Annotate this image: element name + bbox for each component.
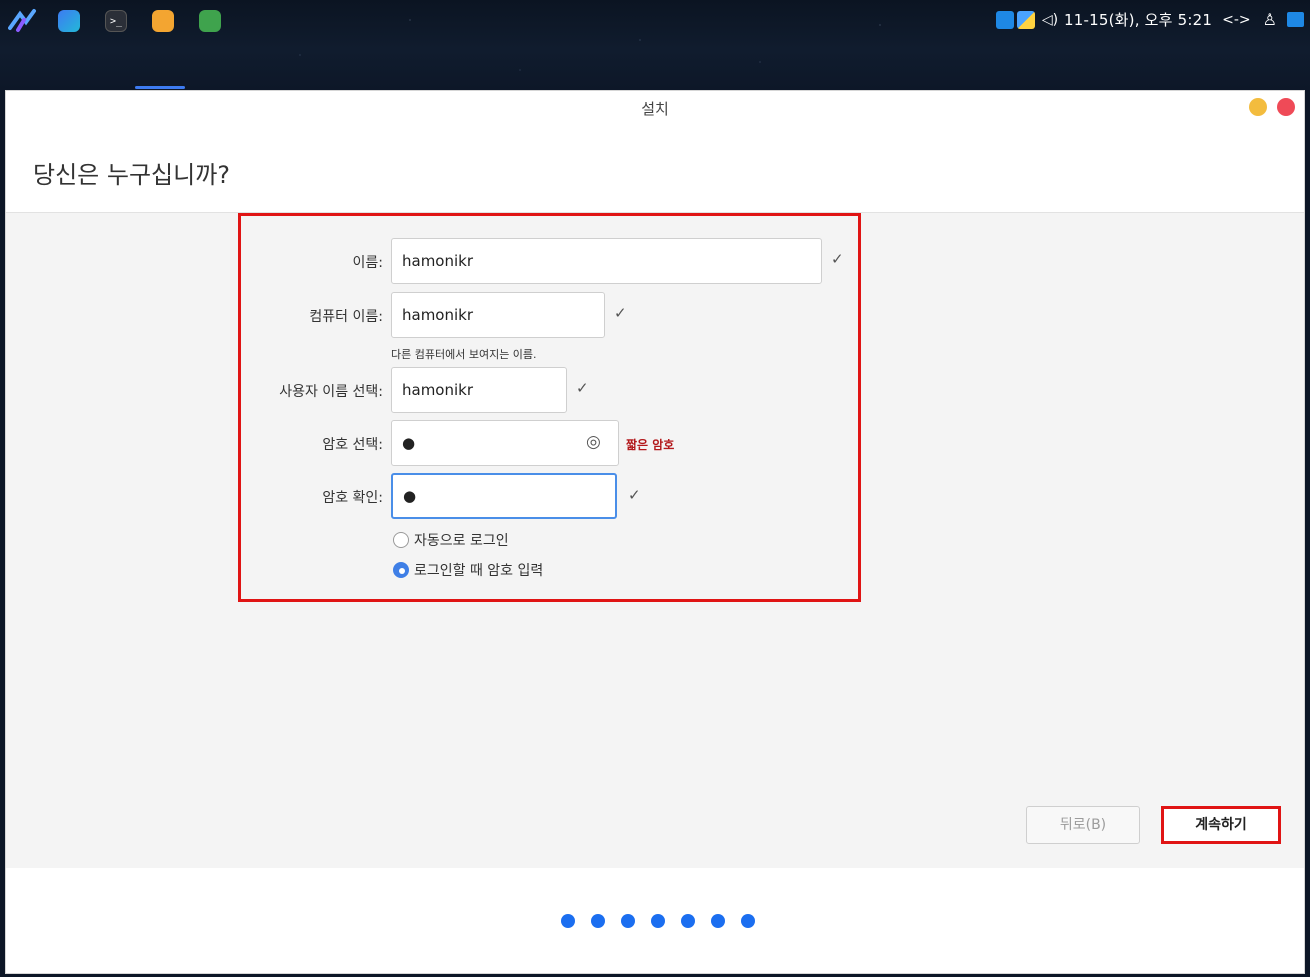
installer-window: 설치 당신은 누구십니까? 이름: ✓ 컴퓨터 이름: ✓ 다른 컴퓨터에서 보…	[5, 90, 1305, 974]
computer-name-input[interactable]	[391, 292, 605, 338]
computer-name-valid-check-icon: ✓	[614, 304, 627, 322]
system-tray: ◁) 11-15(화), 오후 5:21 <-> ♙	[995, 9, 1304, 30]
confirm-password-label: 암호 확인:	[322, 490, 383, 506]
progress-dot	[591, 914, 605, 928]
password-strength-label: 짧은 암호	[626, 438, 675, 452]
require-password-radio[interactable]	[393, 562, 409, 578]
auto-login-label: 자동으로 로그인	[414, 533, 509, 549]
password-label: 암호 선택:	[322, 437, 383, 453]
progress-footer	[6, 868, 1304, 973]
network-icon[interactable]: <->	[1222, 12, 1251, 28]
confirm-password-input[interactable]	[391, 473, 617, 519]
name-label: 이름:	[352, 255, 383, 271]
installer-icon[interactable]	[199, 10, 221, 32]
files-icon[interactable]	[152, 10, 174, 32]
computer-name-label: 컴퓨터 이름:	[309, 309, 383, 325]
main-content: 이름: ✓ 컴퓨터 이름: ✓ 다른 컴퓨터에서 보여지는 이름. 사용자 이름…	[6, 213, 1304, 868]
logo-icon[interactable]	[8, 9, 38, 32]
progress-dot	[651, 914, 665, 928]
progress-dot	[561, 914, 575, 928]
app-tray-icon[interactable]	[1016, 10, 1035, 29]
progress-indicator	[561, 914, 771, 928]
close-button[interactable]	[1277, 98, 1295, 116]
progress-dot	[621, 914, 635, 928]
username-valid-check-icon: ✓	[576, 379, 589, 397]
user-form: 이름: ✓ 컴퓨터 이름: ✓ 다른 컴퓨터에서 보여지는 이름. 사용자 이름…	[238, 213, 861, 602]
auto-login-option[interactable]: 자동으로 로그인	[393, 530, 509, 550]
password-input[interactable]	[391, 420, 619, 466]
volume-icon[interactable]: ◁)	[1042, 12, 1058, 28]
show-password-icon[interactable]: ◎	[586, 432, 601, 452]
user-icon[interactable]: ♙	[1263, 10, 1277, 29]
app-launcher: >_	[8, 9, 246, 32]
page-header: 당신은 누구십니까?	[6, 127, 1304, 213]
continue-button[interactable]: 계속하기	[1161, 806, 1281, 844]
computer-name-hint: 다른 컴퓨터에서 보여지는 이름.	[391, 348, 537, 361]
confirm-password-valid-check-icon: ✓	[628, 486, 641, 504]
minimize-button[interactable]	[1249, 98, 1267, 116]
page-title: 당신은 누구십니까?	[33, 161, 231, 189]
auto-login-radio[interactable]	[393, 532, 409, 548]
progress-dot	[681, 914, 695, 928]
clock[interactable]: 11-15(화), 오후 5:21	[1064, 9, 1212, 30]
terminal-glyph: >_	[109, 15, 123, 27]
editor-icon[interactable]	[58, 10, 80, 32]
username-label: 사용자 이름 선택:	[279, 384, 383, 400]
require-password-option[interactable]: 로그인할 때 암호 입력	[393, 560, 543, 580]
name-input[interactable]	[391, 238, 822, 284]
active-app-indicator	[135, 86, 185, 89]
back-button[interactable]: 뒤로(B)	[1026, 806, 1140, 844]
window-title: 설치	[641, 100, 669, 118]
progress-dot	[711, 914, 725, 928]
progress-dot	[741, 914, 755, 928]
input-method-icon[interactable]	[995, 10, 1014, 29]
desktop-panel: >_ ◁) 11-15(화), 오후 5:21 <-> ♙	[0, 0, 1310, 90]
require-password-label: 로그인할 때 암호 입력	[414, 563, 544, 579]
window-titlebar: 설치	[6, 91, 1304, 127]
terminal-icon[interactable]: >_	[105, 10, 127, 32]
name-valid-check-icon: ✓	[831, 250, 844, 268]
username-input[interactable]	[391, 367, 567, 413]
show-desktop-button[interactable]	[1287, 12, 1304, 27]
